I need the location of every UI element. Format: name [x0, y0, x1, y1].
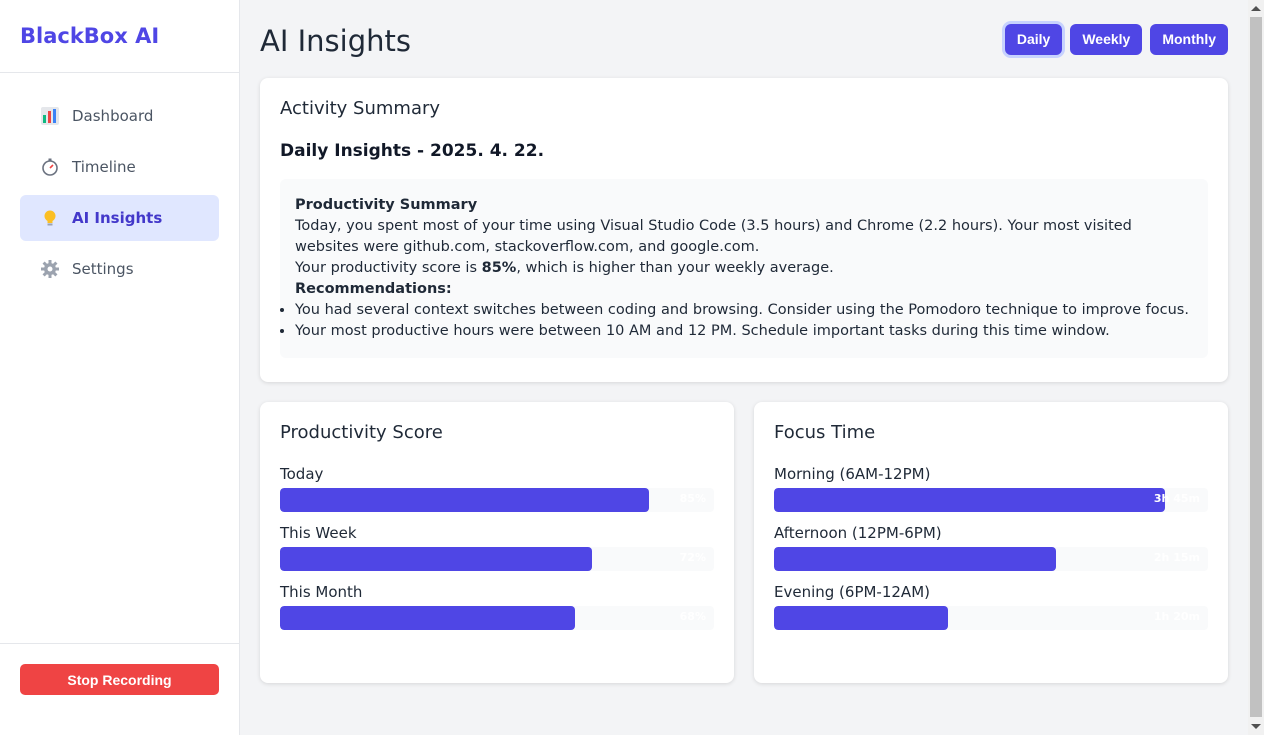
sidebar-item-timeline[interactable]: Timeline	[20, 144, 219, 190]
metric-morning: Morning (6AM-12PM) 3h 45m	[774, 465, 1208, 512]
scrollbar[interactable]	[1248, 0, 1264, 735]
progress-value: 72%	[679, 551, 706, 564]
sidebar-item-label: Settings	[72, 260, 134, 278]
metric-label: Afternoon (12PM-6PM)	[774, 524, 942, 542]
gear-icon	[40, 259, 60, 279]
sidebar-item-label: Dashboard	[72, 107, 154, 125]
brand-logo: BlackBox AI	[0, 0, 239, 73]
metric-today: Today 85%	[280, 465, 714, 512]
metric-label: This Week	[280, 524, 357, 542]
sidebar-item-dashboard[interactable]: Dashboard	[20, 93, 219, 139]
metric-this-month: This Month 68%	[280, 583, 714, 630]
recommendations-list: You had several context switches between…	[275, 300, 1193, 342]
progress-track: 2h 15m	[774, 547, 1208, 571]
sidebar-item-ai-insights[interactable]: AI Insights	[20, 195, 219, 241]
productivity-score-card: Productivity Score Today 85% This Week 7…	[260, 402, 734, 683]
progress-value: 3h 45m	[1153, 492, 1200, 505]
metric-label: Evening (6PM-12AM)	[774, 583, 930, 601]
focus-time-card: Focus Time Morning (6AM-12PM) 3h 45m Aft…	[754, 402, 1228, 683]
stop-recording-button[interactable]: Stop Recording	[20, 664, 219, 695]
sidebar-item-label: AI Insights	[72, 209, 163, 227]
period-selector: Daily Weekly Monthly	[1004, 23, 1228, 55]
progress-fill	[774, 547, 1057, 571]
score-value: 85%	[481, 260, 517, 276]
progress-value: 2h 15m	[1153, 551, 1200, 564]
main-content: AI Insights Daily Weekly Monthly Activit…	[240, 0, 1248, 735]
weekly-button[interactable]: Weekly	[1070, 23, 1143, 55]
progress-track: 68%	[280, 606, 714, 630]
progress-value: 68%	[679, 610, 706, 623]
sidebar-item-label: Timeline	[72, 158, 136, 176]
progress-track: 3h 45m	[774, 488, 1208, 512]
progress-track: 1h 20m	[774, 606, 1208, 630]
metric-label: This Month	[280, 583, 363, 601]
sidebar: BlackBox AI Dashboard Timeline AI Insigh…	[0, 0, 240, 735]
progress-fill	[280, 606, 576, 630]
metric-label: Today	[280, 465, 324, 483]
daily-button[interactable]: Daily	[1004, 23, 1063, 55]
page-title: AI Insights	[260, 24, 411, 58]
page-header: AI Insights Daily Weekly Monthly	[260, 20, 1228, 62]
sidebar-item-settings[interactable]: Settings	[20, 246, 219, 292]
scroll-up-icon[interactable]	[1251, 6, 1261, 11]
list-item: You had several context switches between…	[295, 300, 1193, 321]
card-title: Productivity Score	[280, 422, 443, 443]
metric-evening: Evening (6PM-12AM) 1h 20m	[774, 583, 1208, 630]
productivity-summary-title: Productivity Summary	[295, 197, 478, 213]
progress-fill	[280, 488, 649, 512]
chart-icon	[40, 106, 60, 126]
recommendations-title: Recommendations:	[295, 281, 452, 297]
monthly-button[interactable]: Monthly	[1150, 23, 1228, 55]
insight-heading: Daily Insights - 2025. 4. 22.	[280, 141, 545, 161]
summary-paragraph: Today, you spent most of your time using…	[295, 218, 1132, 255]
metric-label: Morning (6AM-12PM)	[774, 465, 931, 483]
activity-summary-card: Activity Summary Daily Insights - 2025. …	[260, 78, 1228, 382]
progress-fill	[774, 606, 948, 630]
metric-this-week: This Week 72%	[280, 524, 714, 571]
progress-value: 1h 20m	[1153, 610, 1200, 623]
lightbulb-icon	[40, 208, 60, 228]
progress-track: 72%	[280, 547, 714, 571]
scroll-thumb[interactable]	[1250, 17, 1262, 717]
list-item: Your most productive hours were between …	[295, 321, 1193, 342]
metric-afternoon: Afternoon (12PM-6PM) 2h 15m	[774, 524, 1208, 571]
sidebar-footer: Stop Recording	[0, 643, 239, 735]
progress-track: 85%	[280, 488, 714, 512]
metrics-row: Productivity Score Today 85% This Week 7…	[260, 402, 1228, 683]
progress-fill	[280, 547, 593, 571]
sidebar-nav: Dashboard Timeline AI Insights Settings	[0, 73, 239, 292]
score-suffix: , which is higher than your weekly avera…	[516, 260, 834, 276]
score-sentence: Your productivity score is 85%, which is…	[295, 258, 1193, 279]
card-title: Focus Time	[774, 422, 876, 443]
stopwatch-icon	[40, 157, 60, 177]
scroll-down-icon[interactable]	[1251, 724, 1261, 729]
score-prefix: Your productivity score is	[295, 260, 482, 276]
insight-box: Productivity Summary Today, you spent mo…	[280, 179, 1208, 358]
progress-value: 85%	[679, 492, 706, 505]
card-title: Activity Summary	[280, 98, 441, 119]
progress-fill	[774, 488, 1165, 512]
